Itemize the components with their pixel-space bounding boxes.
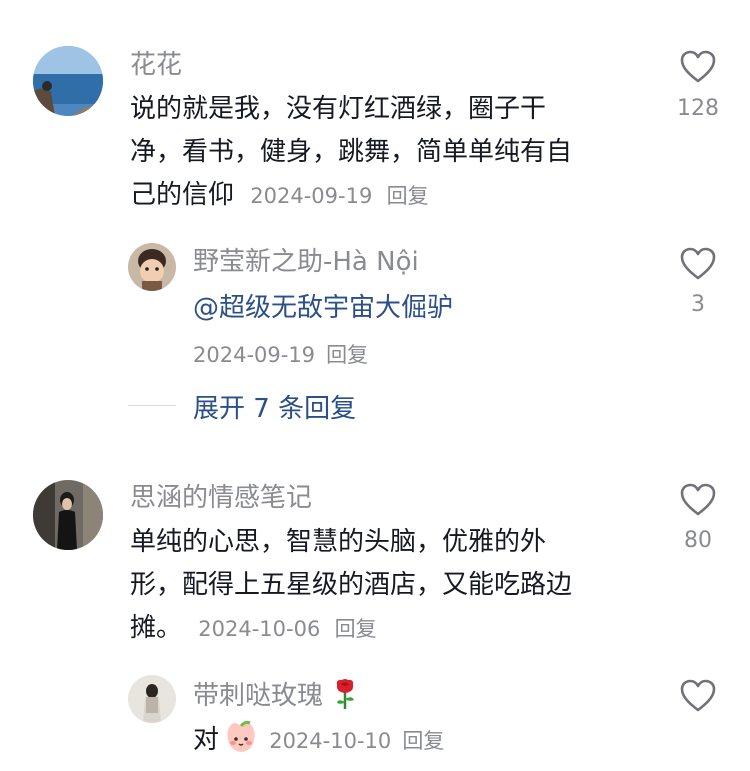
avatar[interactable]: [128, 675, 176, 723]
comment-date: 2024-09-19: [250, 184, 373, 208]
comment-text-tail: 摊。: [130, 613, 183, 643]
comment-text-tail: 己的信仰: [130, 180, 235, 210]
reply-button[interactable]: 回复: [335, 617, 377, 641]
comment-item: 思涵的情感笔记 单纯的心思，智慧的头脑，优雅的外 形，配得上五星级的酒店，又能吃…: [0, 470, 750, 660]
like-count: 80: [684, 528, 712, 553]
heart-outline-icon[interactable]: [680, 483, 716, 517]
avatar[interactable]: [128, 243, 176, 291]
comment-item: 花花 说的就是我，没有灯红酒绿，圈子干 净，看书，健身，跳舞，简单单纯有自 己的…: [0, 0, 750, 230]
comment-text-line: 形，配得上五星级的酒店，又能吃路边: [130, 570, 573, 600]
comment-username[interactable]: 思涵的情感笔记: [130, 482, 312, 514]
comment-text-line-with-meta: 己的信仰 2024-09-19 回复: [130, 174, 640, 218]
heart-outline-icon[interactable]: [680, 247, 716, 281]
mention-link[interactable]: @超级无敌宇宙大倔驴: [193, 287, 453, 324]
comment-text-line: 净，看书，健身，跳舞，简单单纯有自: [130, 137, 573, 167]
reply-item: 野莹新之助-Hà Nội @超级无敌宇宙大倔驴 2024-09-19 回复 3: [0, 235, 750, 375]
comment-date: 2024-10-06: [198, 617, 321, 641]
peach-face-icon: [224, 720, 258, 758]
reply-item: 带刺哒玫瑰 对 2024-10-10 回复: [0, 670, 750, 771]
heart-outline-icon[interactable]: [680, 679, 716, 713]
avatar[interactable]: [33, 46, 103, 116]
reply-meta: 2024-09-19 回复: [193, 339, 368, 369]
reply-username[interactable]: 带刺哒玫瑰: [193, 681, 323, 711]
reply-username[interactable]: 野莹新之助-Hà Nội: [193, 246, 419, 278]
reply-date: 2024-10-10: [269, 729, 392, 753]
divider: [128, 405, 176, 406]
comment-text-line: 单纯的心思，智慧的头脑，优雅的外: [130, 527, 547, 557]
like-count: 3: [691, 292, 705, 317]
expand-replies-button[interactable]: 展开 7 条回复: [193, 388, 356, 425]
reply-text: 对: [193, 725, 220, 755]
comment-text: 单纯的心思，智慧的头脑，优雅的外 形，配得上五星级的酒店，又能吃路边 摊。 20…: [130, 521, 640, 651]
reply-username-row: 带刺哒玫瑰: [193, 678, 358, 714]
comment-text: 说的就是我，没有灯红酒绿，圈子干 净，看书，健身，跳舞，简单单纯有自 己的信仰 …: [130, 88, 640, 218]
reply-button[interactable]: 回复: [326, 343, 368, 367]
reply-body: 对 2024-10-10 回复: [193, 719, 444, 762]
comment-text-line: 说的就是我，没有灯红酒绿，圈子干: [130, 94, 547, 124]
reply-date: 2024-09-19: [193, 343, 316, 367]
comment-username[interactable]: 花花: [130, 49, 182, 81]
reply-button[interactable]: 回复: [387, 184, 429, 208]
comment-text-line-with-meta: 摊。 2024-10-06 回复: [130, 607, 640, 651]
avatar[interactable]: [33, 480, 103, 550]
rose-icon: [332, 678, 358, 714]
heart-outline-icon[interactable]: [680, 50, 716, 84]
reply-button[interactable]: 回复: [402, 729, 444, 753]
like-count: 128: [677, 96, 719, 121]
